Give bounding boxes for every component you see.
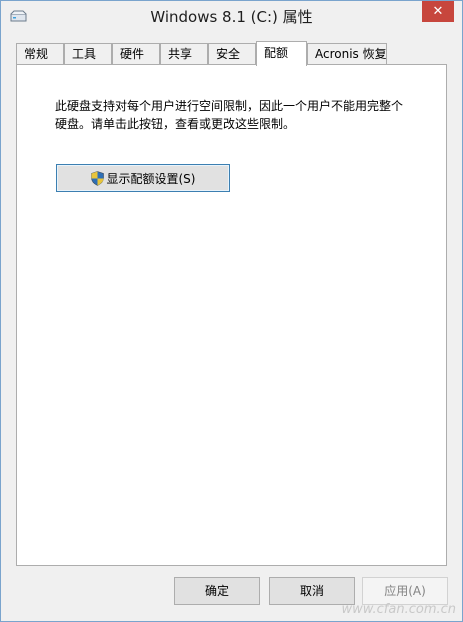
apply-button[interactable]: 应用(A)	[362, 577, 448, 605]
tab-hardware[interactable]: 硬件	[112, 43, 160, 65]
tab-tools[interactable]: 工具	[64, 43, 112, 65]
quota-description: 此硬盘支持对每个用户进行空间限制，因此一个用户不能用完整个硬盘。请单击此按钮，查…	[55, 99, 404, 131]
quota-panel: 此硬盘支持对每个用户进行空间限制，因此一个用户不能用完整个硬盘。请单击此按钮，查…	[16, 64, 447, 566]
tab-strip: 常规 工具 硬件 共享 安全 配额 Acronis 恢复	[16, 41, 447, 66]
title-bar[interactable]: Windows 8.1 (C:) 属性 ✕	[1, 1, 462, 32]
watermark: www.cfan.com.cn	[341, 602, 456, 617]
close-button[interactable]: ✕	[422, 1, 454, 22]
cancel-button[interactable]: 取消	[269, 577, 355, 605]
tab-quota[interactable]: 配额	[256, 41, 307, 66]
tab-general[interactable]: 常规	[16, 43, 64, 65]
close-icon: ✕	[432, 4, 444, 19]
show-quota-settings-label: 显示配额设置(S)	[106, 171, 196, 186]
window-title: Windows 8.1 (C:) 属性	[150, 8, 313, 26]
properties-dialog: Windows 8.1 (C:) 属性 ✕ 常规 工具 硬件 共享 安全 配额 …	[0, 0, 463, 622]
uac-shield-icon	[90, 170, 104, 186]
tab-security[interactable]: 安全	[208, 43, 256, 65]
show-quota-settings-button[interactable]: 显示配额设置(S)	[56, 164, 230, 192]
tab-acronis-recovery[interactable]: Acronis 恢复	[307, 43, 387, 65]
ok-button[interactable]: 确定	[174, 577, 260, 605]
tab-sharing[interactable]: 共享	[160, 43, 208, 65]
